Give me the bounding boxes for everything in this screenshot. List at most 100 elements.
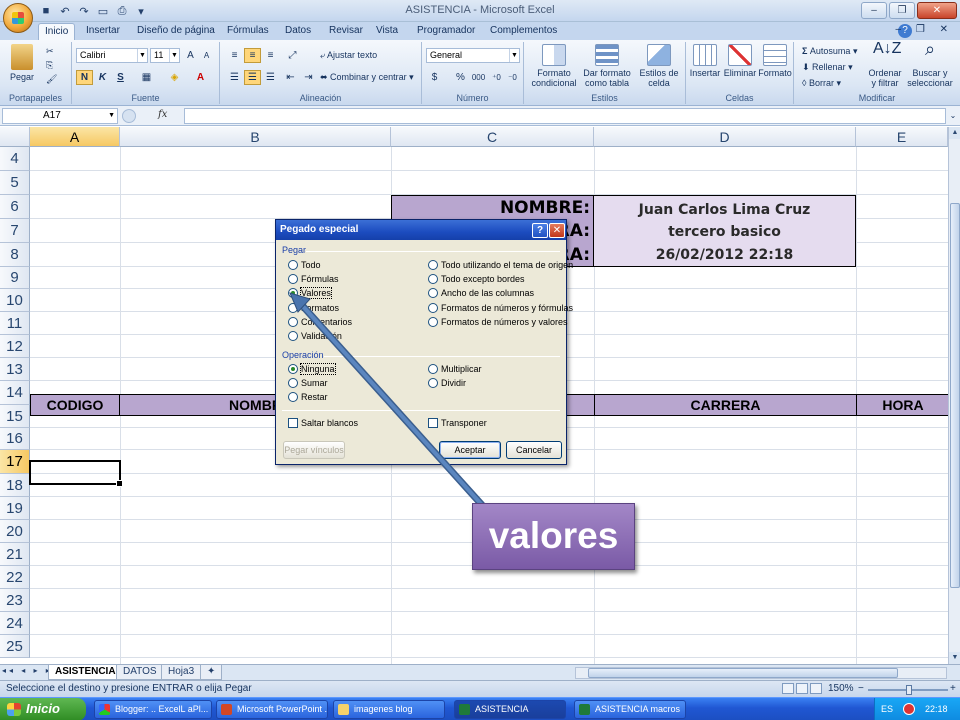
insert-cells-button[interactable]: Insertar [688,44,722,78]
sort-filter-button[interactable]: A↓Z Ordenar y filtrar [866,41,904,89]
row-header-12[interactable]: 12 [0,335,30,358]
row-header-17[interactable]: 17 [0,450,30,474]
zoom-out-icon[interactable]: − [858,683,864,694]
sheet-tab-asistencia[interactable]: ASISTENCIA [48,665,123,680]
font-name-combo[interactable]: Calibri ▼ [76,48,148,63]
format-cells-button[interactable]: Formato [758,44,792,78]
row-header-4[interactable]: 4 [0,147,30,171]
page-layout-icon[interactable] [796,683,808,694]
row-header-14[interactable]: 14 [0,381,30,405]
workbook-controls-icon[interactable]: ‒ ❐ ✕ [896,24,954,35]
cancel-button[interactable]: Cancelar [506,441,562,459]
align-top-icon[interactable]: ≡ [226,48,243,63]
language-indicator[interactable]: ES [881,704,893,714]
tab-insertar[interactable]: Insertar [80,23,126,40]
orientation-icon[interactable]: ⤢ [284,48,301,63]
scroll-down-icon[interactable]: ▼ [949,652,960,664]
close-icon[interactable]: ✕ [917,2,957,19]
wrap-text-button[interactable]: ⤶ Ajustar texto [320,48,377,62]
zoom-in-icon[interactable]: + [950,683,956,694]
cell-styles-button[interactable]: Estilos de celda [636,44,682,88]
increase-decimal-icon[interactable]: ⁺0 [488,70,505,85]
tab-complementos[interactable]: Complementos [484,23,563,40]
paste-option-validación[interactable]: Validación [288,330,342,343]
cut-icon[interactable]: ✂ [46,44,54,58]
formula-input[interactable] [184,108,946,124]
tab-vista[interactable]: Vista [370,23,404,40]
row-header-10[interactable]: 10 [0,289,30,312]
office-button[interactable] [3,3,33,33]
find-select-button[interactable]: ⌕ Buscar y seleccionar [904,40,956,88]
maximize-icon[interactable]: ❐ [889,2,915,19]
horizontal-scrollbar[interactable] [575,667,947,679]
autosum-button[interactable]: Σ Autosuma ▾ [802,44,857,58]
delete-cells-button[interactable]: Eliminar [722,44,758,78]
sheet-tab-datos[interactable]: DATOS [116,665,164,680]
font-color-icon[interactable]: A [192,70,209,85]
page-break-icon[interactable] [810,683,822,694]
task-asistencia-macros[interactable]: ASISTENCIA macros [574,700,686,719]
font-size-combo[interactable]: 11 ▼ [150,48,180,63]
select-all-corner[interactable] [0,127,30,147]
column-header-e[interactable]: E [856,127,948,147]
zoom-slider-knob[interactable] [906,685,912,695]
row-header-15[interactable]: 15 [0,405,30,428]
minimize-icon[interactable]: ‒ [861,2,887,19]
currency-icon[interactable]: $ [426,70,443,85]
dialog-title-bar[interactable]: Pegado especial [276,220,566,240]
tray-app-icon[interactable] [903,703,915,715]
row-header-25[interactable]: 25 [0,635,30,658]
task-powerpoint[interactable]: Microsoft PowerPoint ... [216,700,328,719]
row-header-21[interactable]: 21 [0,543,30,566]
column-header-d[interactable]: D [594,127,856,147]
tab-programador[interactable]: Programador [411,23,481,40]
paste-option-ancho-de-las-columnas[interactable]: Ancho de las columnas [428,287,534,300]
operation-option-dividir[interactable]: Dividir [428,377,466,390]
tab-inicio[interactable]: Inicio [38,23,76,40]
normal-view-icon[interactable] [782,683,794,694]
start-button[interactable]: Inicio [0,698,86,720]
bold-icon[interactable]: N [76,70,93,85]
row-header-7[interactable]: 7 [0,219,30,243]
row-header-16[interactable]: 16 [0,428,30,450]
paste-option-fórmulas[interactable]: Fórmulas [288,273,339,286]
column-header-c[interactable]: C [391,127,594,147]
sheet-tab-hoja3[interactable]: Hoja3 [161,665,202,680]
name-box[interactable]: A17 ▼ [2,108,118,124]
italic-icon[interactable]: K [94,70,111,85]
paste-link-button[interactable]: Pegar vínculos [283,441,345,459]
column-header-a[interactable]: A [30,127,120,147]
paste-option-todo-utilizando-el-tema-de-origen[interactable]: Todo utilizando el tema de origen [428,259,573,272]
copy-icon[interactable]: ⎘ [46,58,53,72]
scroll-up-icon[interactable]: ▲ [949,127,960,139]
align-middle-icon[interactable]: ≡ [244,48,261,63]
tab-datos[interactable]: Datos [279,23,317,40]
comma-style-icon[interactable]: 000 [470,70,487,85]
borders-icon[interactable]: ▦ [138,70,155,85]
row-header-8[interactable]: 8 [0,243,30,267]
decrease-decimal-icon[interactable]: ⁻0 [504,70,521,85]
paste-option-valores[interactable]: Valores [288,287,332,300]
zoom-slider[interactable] [868,685,948,695]
row-header-23[interactable]: 23 [0,589,30,612]
operation-option-multiplicar[interactable]: Multiplicar [428,363,482,376]
grow-font-icon[interactable]: A [182,48,199,63]
percent-icon[interactable]: % [452,70,469,85]
paste-option-comentarios[interactable]: Comentarios [288,316,352,329]
format-as-table-button[interactable]: Dar formato como tabla [582,44,632,88]
paste-option-formatos-de-números-y-fórmulas[interactable]: Formatos de números y fórmulas [428,302,573,315]
new-sheet-icon[interactable]: ✦ [200,665,222,680]
zoom-level[interactable]: 150% [828,683,854,694]
format-painter-icon[interactable]: 🖌 [46,72,57,86]
clear-button[interactable]: ◊ Borrar ▾ [802,76,841,90]
shrink-font-icon[interactable]: A [198,48,215,63]
row-header-5[interactable]: 5 [0,171,30,195]
active-cell-a17[interactable] [29,460,123,487]
help-icon[interactable]: ? [532,223,548,238]
decrease-indent-icon[interactable]: ⇤ [282,70,299,85]
paste-option-todo-excepto-bordes[interactable]: Todo excepto bordes [428,273,525,286]
operation-option-sumar[interactable]: Sumar [288,377,328,390]
align-bottom-icon[interactable]: ≡ [262,48,279,63]
tab-diseno-pagina[interactable]: Diseño de página [131,23,221,40]
expand-formula-bar-icon[interactable]: ⌄ [948,108,958,124]
